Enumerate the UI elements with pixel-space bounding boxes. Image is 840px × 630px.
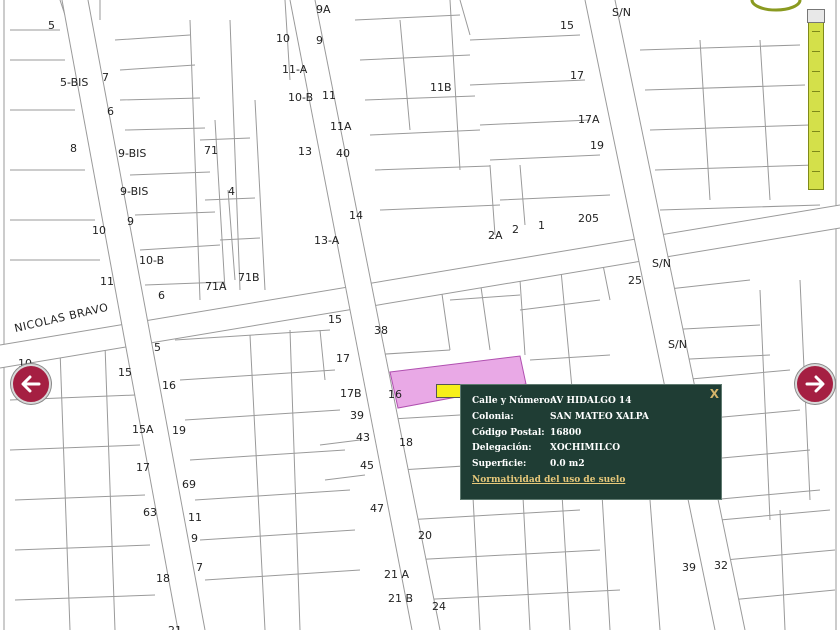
lot-number: 9 <box>127 215 134 228</box>
arrow-left-icon <box>21 375 41 393</box>
lot-number: 63 <box>143 506 157 519</box>
next-nav-button[interactable] <box>795 364 835 404</box>
superficie-value: 0.0 m2 <box>550 459 585 469</box>
lot-number: 20 <box>418 529 432 542</box>
lot-number: 10-B <box>139 254 165 267</box>
lot-number: 7 <box>196 561 203 574</box>
land-use-regulation-link[interactable]: Normatividad del uso de suelo <box>472 475 625 485</box>
lot-number: 6 <box>158 289 165 302</box>
lot-number: 15 <box>560 19 574 32</box>
lot-number: 19 <box>172 424 186 437</box>
lot-number: 47 <box>370 502 384 515</box>
popup-close-button[interactable]: X <box>710 387 719 401</box>
calle-label: Calle y Número: <box>472 396 554 406</box>
lot-number: 16 <box>388 388 402 401</box>
lot-number: 1 <box>538 219 545 232</box>
cp-value: 16800 <box>550 428 582 438</box>
lot-number: 39 <box>350 409 364 422</box>
lot-number: 32 <box>714 559 728 572</box>
lot-number: 11 <box>322 89 336 102</box>
lot-number: 15 <box>118 366 132 379</box>
lot-number: 4 <box>228 185 235 198</box>
map-compass-fragment <box>750 0 802 12</box>
zoom-slider[interactable] <box>807 9 825 190</box>
lot-number: 10 <box>276 32 290 45</box>
lot-number: 15 <box>328 313 342 326</box>
lot-number: 17 <box>136 461 150 474</box>
lot-number: 71B <box>238 271 260 284</box>
lot-number: 17 <box>570 69 584 82</box>
colonia-label: Colonia: <box>472 412 514 422</box>
lot-number: 45 <box>360 459 374 472</box>
lot-number: 5-BIS <box>60 76 89 89</box>
map-view[interactable]: NICOLAS BRAVO 9A S/N 5 10 9 15 11-A 7 5-BIS 17 11B… <box>0 0 840 630</box>
lot-number: 15A <box>132 423 154 436</box>
lot-number: 11B <box>430 81 452 94</box>
arrow-right-icon <box>805 375 825 393</box>
lot-number: 11 <box>188 511 202 524</box>
lot-number: 18 <box>156 572 170 585</box>
lot-number: 5 <box>154 341 161 354</box>
lot-number: 39 <box>682 561 696 574</box>
lot-number: 6 <box>107 105 114 118</box>
lot-number: 13 <box>298 145 312 158</box>
lot-number: 18 <box>399 436 413 449</box>
zoom-slider-handle[interactable] <box>807 9 825 23</box>
lot-number: 9A <box>316 3 331 16</box>
calle-value: AV HIDALGO 14 <box>550 396 632 406</box>
lot-number: S/N <box>668 338 687 351</box>
parcel-info-popup: X Calle y Número: AV HIDALGO 14 Colonia:… <box>460 384 722 500</box>
lot-number: S/N <box>652 257 671 270</box>
lot-number: 11-A <box>282 63 308 76</box>
prev-nav-button[interactable] <box>11 364 51 404</box>
superficie-label: Superficie: <box>472 459 527 469</box>
lot-number: 2 <box>512 223 519 236</box>
lot-number: 38 <box>374 324 388 337</box>
lot-number: 5 <box>48 19 55 32</box>
lot-number: 2A <box>488 229 503 242</box>
lot-number: 17A <box>578 113 600 126</box>
lot-number: 71A <box>205 280 227 293</box>
lot-number: 8 <box>70 142 77 155</box>
lot-number: 17 <box>336 352 350 365</box>
lot-number: 25 <box>628 274 642 287</box>
lot-number: 11 <box>100 275 114 288</box>
delegacion-value: XOCHIMILCO <box>550 443 621 453</box>
lot-number: 9 <box>316 34 323 47</box>
lot-number: 21 B <box>388 592 414 605</box>
lot-number: 13-A <box>314 234 340 247</box>
lot-number: 9-BIS <box>118 147 147 160</box>
lot-number: 24 <box>432 600 446 613</box>
delegacion-label: Delegación: <box>472 443 532 453</box>
lot-number: 21 A <box>384 568 410 581</box>
lot-number: 17B <box>340 387 362 400</box>
colonia-value: SAN MATEO XALPA <box>550 412 649 422</box>
lot-number: 40 <box>336 147 350 160</box>
lot-number: 11A <box>330 120 352 133</box>
lot-number: 71 <box>204 144 218 157</box>
lot-number: 19 <box>590 139 604 152</box>
lot-number: 43 <box>356 431 370 444</box>
lot-number: 7 <box>102 71 109 84</box>
lot-number: S/N <box>612 6 631 19</box>
lot-number: 10 <box>92 224 106 237</box>
lot-number: 14 <box>349 209 363 222</box>
cp-label: Código Postal: <box>472 428 545 438</box>
lot-number: 9 <box>191 532 198 545</box>
lot-number: 9-BIS <box>120 185 149 198</box>
lot-number: 69 <box>182 478 196 491</box>
lot-number: 16 <box>162 379 176 392</box>
lot-number: 10-B <box>288 91 314 104</box>
lot-number: 21 <box>168 625 182 630</box>
lot-number: 205 <box>578 212 599 225</box>
